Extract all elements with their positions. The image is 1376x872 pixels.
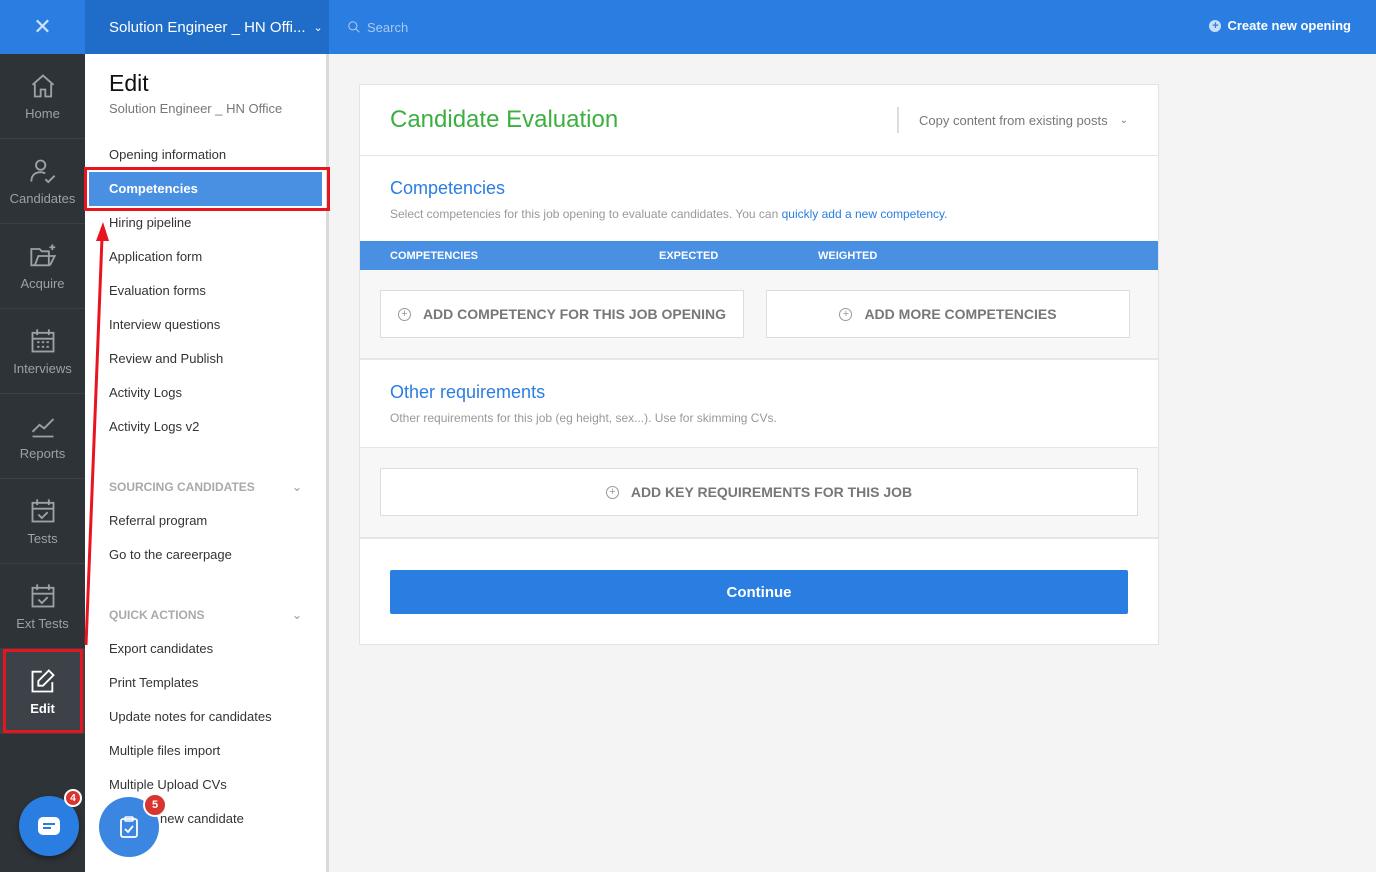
chevron-down-icon: ⌄: [291, 608, 302, 622]
rail-label: Acquire: [20, 275, 65, 291]
nav-application-form[interactable]: Application form: [85, 240, 326, 274]
left-rail: ✕ Home Candidates Acquire Interviews Rep…: [0, 0, 85, 872]
add-competency-button[interactable]: + ADD COMPETENCY FOR THIS JOB OPENING: [380, 290, 744, 338]
sourcing-heading: SOURCING CANDIDATES: [109, 480, 255, 494]
quick-actions-heading: QUICK ACTIONS: [109, 608, 205, 622]
quick-actions-toggle[interactable]: QUICK ACTIONS ⌄: [85, 598, 326, 632]
competencies-section: Competencies Select competencies for thi…: [360, 156, 1158, 221]
calendar-check-icon: [31, 583, 54, 607]
home-icon: [31, 73, 54, 97]
plus-circle-icon: +: [605, 485, 619, 499]
rail-item-interviews[interactable]: Interviews: [0, 309, 85, 394]
chat-badge: 4: [64, 789, 82, 807]
other-requirements-heading: Other requirements: [390, 382, 546, 402]
line-chart-icon: [31, 417, 54, 437]
competency-table-header: COMPETENCIES EXPECTED WEIGHTED: [360, 241, 1158, 270]
sidenav-title: Edit: [109, 70, 149, 96]
nav-activity-logs[interactable]: Activity Logs: [85, 376, 326, 410]
candidate-evaluation-card: Candidate Evaluation Copy content from e…: [359, 84, 1159, 645]
rail-label: Tests: [27, 530, 58, 546]
job-title: Solution Engineer _ HN Offi...: [109, 18, 306, 36]
search-box[interactable]: Search: [347, 20, 408, 35]
add-key-requirements-button[interactable]: + ADD KEY REQUIREMENTS FOR THIS JOB: [380, 468, 1138, 516]
chat-icon: [38, 817, 60, 835]
nav-print-templates[interactable]: Print Templates: [85, 666, 326, 700]
create-opening-button[interactable]: + Create new opening: [1209, 18, 1351, 33]
nav-review-publish[interactable]: Review and Publish: [85, 342, 326, 376]
rail-item-tests[interactable]: Tests: [0, 479, 85, 564]
job-selector[interactable]: Solution Engineer _ HN Offi... ⌄: [85, 0, 329, 54]
nav-evaluation-forms[interactable]: Evaluation forms: [85, 274, 326, 308]
rail-item-reports[interactable]: Reports: [0, 394, 85, 479]
chevron-down-icon: ⌄: [313, 21, 323, 34]
rail-item-home[interactable]: Home: [0, 54, 85, 139]
nav-interview-questions[interactable]: Interview questions: [85, 308, 326, 342]
calendar-check-icon: [31, 498, 54, 522]
clipboard-check-icon: [120, 816, 138, 838]
other-requirements-desc: Other requirements for this job (eg heig…: [390, 411, 777, 425]
add-competency-link[interactable]: quickly add a new competency.: [782, 207, 948, 221]
rail-item-ext-tests[interactable]: Ext Tests: [0, 564, 85, 649]
sidenav-subtitle: Solution Engineer _ HN Office: [109, 101, 283, 116]
chevron-down-icon: ⌄: [291, 480, 302, 494]
continue-button[interactable]: Continue: [390, 570, 1128, 614]
nav-activity-logs-v2[interactable]: Activity Logs v2: [85, 410, 326, 444]
nav-hiring-pipeline[interactable]: Hiring pipeline: [85, 206, 326, 240]
other-requirements-section: Other requirements Other requirements fo…: [360, 362, 1158, 425]
plus-circle-icon: +: [397, 307, 411, 321]
card-title: Candidate Evaluation: [390, 106, 619, 133]
sourcing-section-toggle[interactable]: SOURCING CANDIDATES ⌄: [85, 470, 326, 504]
nav-careerpage[interactable]: Go to the careerpage: [85, 538, 326, 572]
highlight-edit: [3, 649, 83, 733]
rail-label: Home: [25, 105, 60, 121]
col-expected: EXPECTED: [659, 249, 719, 262]
competencies-desc: Select competencies for this job opening…: [390, 207, 948, 221]
create-opening-label: Create new opening: [1227, 18, 1351, 33]
key-requirements-band: + ADD KEY REQUIREMENTS FOR THIS JOB: [360, 447, 1158, 539]
rail-label: Reports: [19, 445, 66, 461]
calendar-grid-icon: [31, 328, 54, 352]
chevron-down-icon: ⌄: [1119, 114, 1128, 126]
close-icon[interactable]: ✕: [0, 0, 85, 54]
user-check-icon: [29, 159, 55, 183]
highlight-competencies: [84, 167, 330, 211]
search-placeholder: Search: [367, 19, 409, 35]
rail-label: Interviews: [13, 360, 72, 376]
search-icon: [348, 21, 360, 33]
competencies-heading: Competencies: [390, 178, 506, 198]
nav-export-candidates[interactable]: Export candidates: [85, 632, 326, 666]
nav-referral-program[interactable]: Referral program: [85, 504, 326, 538]
rail-item-candidates[interactable]: Candidates: [0, 139, 85, 224]
top-bar: Solution Engineer _ HN Offi... ⌄ Search …: [85, 0, 1376, 54]
competency-actions-band: + ADD COMPETENCY FOR THIS JOB OPENING + …: [360, 270, 1158, 360]
rail-item-acquire[interactable]: Acquire: [0, 224, 85, 309]
nav-multiple-files-import[interactable]: Multiple files import: [85, 734, 326, 768]
col-competencies: COMPETENCIES: [390, 249, 479, 262]
nav-update-notes[interactable]: Update notes for candidates: [85, 700, 326, 734]
add-more-competencies-button[interactable]: + ADD MORE COMPETENCIES: [766, 290, 1130, 338]
copy-content-select[interactable]: Copy content from existing posts ⌄: [897, 107, 1128, 133]
copy-content-label: Copy content from existing posts: [919, 112, 1108, 128]
plus-circle-icon: +: [839, 307, 853, 321]
plus-circle-icon: +: [1209, 19, 1222, 32]
rail-label: Ext Tests: [16, 615, 69, 631]
col-weighted: WEIGHTED: [818, 249, 878, 262]
tasks-badge: 5: [143, 793, 167, 817]
rail-label: Candidates: [9, 190, 76, 206]
folder-plus-icon: [29, 243, 56, 266]
